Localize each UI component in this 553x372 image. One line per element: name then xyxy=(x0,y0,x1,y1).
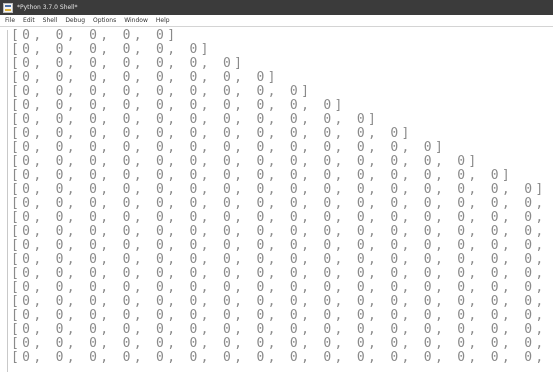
output-line: [0, 0, 0, 0, 0, 0, 0, 0, 0, 0, 0, 0, 0, … xyxy=(11,224,547,239)
shell-text-area[interactable]: [0, 0, 0, 0, 0] [0, 0, 0, 0, 0, 0] [0, 0… xyxy=(0,28,553,372)
menu-bar: File Edit Shell Debug Options Window Hel… xyxy=(0,15,553,27)
output-line: [0, 0, 0, 0, 0, 0, 0, 0, 0, 0, 0, 0, 0, … xyxy=(11,154,480,169)
output-line: [0, 0, 0, 0, 0, 0, 0, 0] xyxy=(11,70,279,85)
output-line: [0, 0, 0, 0, 0, 0, 0, 0, 0, 0, 0, 0, 0, … xyxy=(11,196,553,211)
output-line: [0, 0, 0, 0, 0, 0, 0, 0, 0, 0, 0] xyxy=(11,112,380,127)
output-line: [0, 0, 0, 0, 0, 0, 0, 0, 0, 0, 0, 0, 0, … xyxy=(11,322,547,337)
menu-edit[interactable]: Edit xyxy=(23,17,35,24)
output-line: [0, 0, 0, 0, 0, 0, 0, 0, 0, 0, 0, 0, 0, … xyxy=(11,280,547,295)
output-line: [0, 0, 0, 0, 0, 0, 0] xyxy=(11,56,246,71)
output-line: [0, 0, 0, 0, 0, 0, 0, 0, 0, 0, 0, 0] xyxy=(11,126,413,141)
output-line: [0, 0, 0, 0, 0, 0, 0, 0, 0, 0, 0, 0, 0, … xyxy=(11,182,547,197)
output-line: [0, 0, 0, 0, 0, 0, 0, 0, 0, 0, 0, 0, 0, … xyxy=(11,168,514,183)
window-title: *Python 3.7.0 Shell* xyxy=(17,4,78,11)
output-line: [0, 0, 0, 0, 0, 0] xyxy=(11,42,212,57)
output-line: [0, 0, 0, 0, 0, 0, 0, 0, 0, 0, 0, 0, 0, … xyxy=(11,336,547,351)
menu-file[interactable]: File xyxy=(5,17,15,24)
python-idle-icon xyxy=(3,2,13,13)
shell-output: [0, 0, 0, 0, 0] [0, 0, 0, 0, 0, 0] [0, 0… xyxy=(11,29,553,372)
output-line: [0, 0, 0, 0, 0, 0, 0, 0, 0, 0, 0, 0, 0, … xyxy=(11,238,547,253)
output-line: [0, 0, 0, 0, 0, 0, 0, 0, 0, 0, 0, 0, 0, … xyxy=(11,294,547,309)
title-bar[interactable]: *Python 3.7.0 Shell* xyxy=(0,0,553,15)
menu-window[interactable]: Window xyxy=(124,17,148,24)
output-line: [0, 0, 0, 0, 0, 0, 0, 0, 0, 0, 0, 0, 0, … xyxy=(11,252,547,267)
menu-debug[interactable]: Debug xyxy=(65,17,85,24)
menu-options[interactable]: Options xyxy=(93,17,116,24)
output-line: [0, 0, 0, 0, 0, 0, 0, 0, 0, 0] xyxy=(11,98,346,113)
text-cursor xyxy=(7,30,8,372)
menu-shell[interactable]: Shell xyxy=(43,17,58,24)
output-line: [0, 0, 0, 0, 0, 0, 0, 0, 0, 0, 0, 0, 0, … xyxy=(11,266,547,281)
menu-help[interactable]: Help xyxy=(156,17,170,24)
output-line: [0, 0, 0, 0, 0, 0, 0, 0, 0, 0, 0, 0, 0, … xyxy=(11,210,547,225)
idle-shell-window: *Python 3.7.0 Shell* File Edit Shell Deb… xyxy=(0,0,553,372)
output-line: [0, 0, 0, 0, 0, 0, 0, 0, 0] xyxy=(11,84,313,99)
output-line: [0, 0, 0, 0, 0, 0, 0, 0, 0, 0, 0, 0, 0, … xyxy=(11,350,547,365)
output-line: [0, 0, 0, 0, 0] xyxy=(11,29,179,43)
output-line: [0, 0, 0, 0, 0, 0, 0, 0, 0, 0, 0, 0, 0] xyxy=(11,140,447,155)
output-line: [0, 0, 0, 0, 0, 0, 0, 0, 0, 0, 0, 0, 0, … xyxy=(11,308,547,323)
